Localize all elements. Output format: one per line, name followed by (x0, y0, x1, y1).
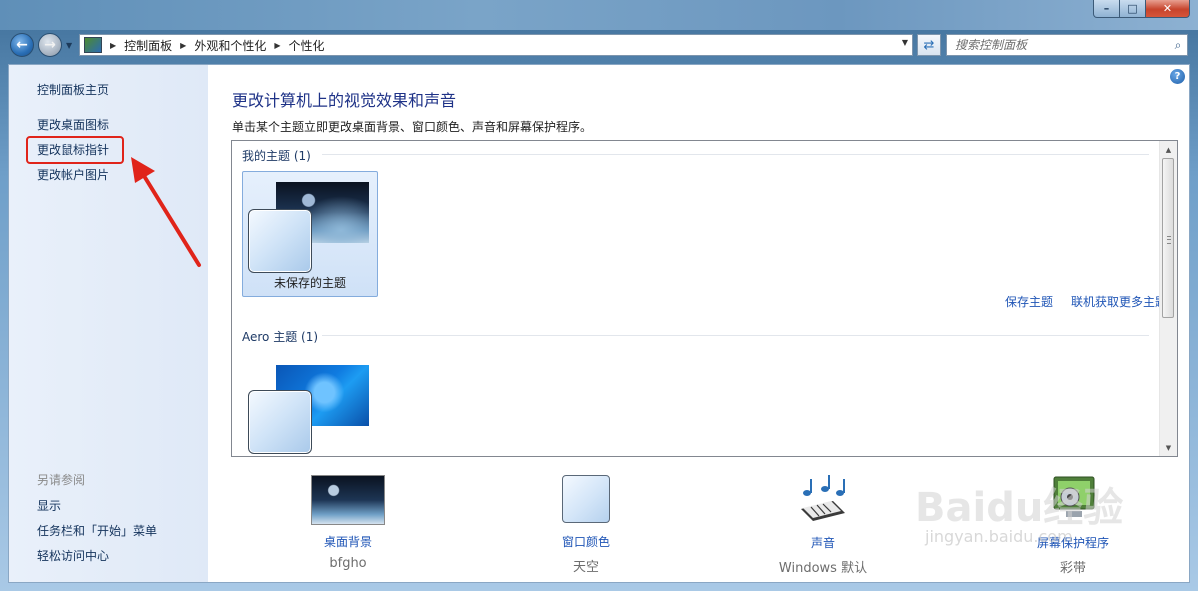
desktop-background-item[interactable]: 桌面背景 bfgho (273, 475, 423, 571)
scroll-up-arrow-icon[interactable]: ▲ (1160, 141, 1177, 158)
maximize-button[interactable]: □ (1120, 0, 1146, 18)
breadcrumb-chevron-icon[interactable]: ▶ (110, 41, 116, 50)
sidebar-link-home[interactable]: 控制面板主页 (37, 81, 109, 98)
highlight-annotation-box (26, 136, 124, 164)
annotation-arrow-icon (131, 157, 201, 267)
see-also-link-ease-of-access[interactable]: 轻松访问中心 (37, 547, 109, 564)
theme-tile-unsaved[interactable]: 未保存的主题 (242, 171, 378, 297)
see-also-link-taskbar[interactable]: 任务栏和「开始」菜单 (37, 522, 157, 539)
wallpaper-icon (311, 475, 385, 525)
screensaver-icon (1053, 476, 1095, 517)
main-panel: ? 更改计算机上的视觉效果和声音 单击某个主题立即更改桌面背景、窗口颜色、声音和… (208, 65, 1189, 582)
window-controls: – □ ✕ (1093, 0, 1190, 18)
window-color-value: 天空 (572, 560, 599, 575)
get-more-themes-link[interactable]: 联机获取更多主题 (1071, 293, 1167, 310)
minimize-button[interactable]: – (1093, 0, 1120, 18)
arrow-left-icon: ← (16, 37, 28, 53)
page-description: 单击某个主题立即更改桌面背景、窗口颜色、声音和屏幕保护程序。 (232, 120, 593, 134)
content-area: 控制面板主页 更改桌面图标 更改鼠标指针 更改帐户图片 另请参阅 显示 任务栏和… (8, 64, 1190, 583)
title-bar[interactable]: – □ ✕ (0, 0, 1198, 30)
sound-item[interactable]: 声音 Windows 默认 (748, 475, 898, 576)
theme-tile-aero[interactable] (242, 351, 378, 456)
breadcrumb-item[interactable]: 控制面板 (124, 37, 172, 54)
scroll-down-arrow-icon[interactable]: ▼ (1160, 439, 1177, 456)
help-icon[interactable]: ? (1170, 69, 1185, 84)
back-button[interactable]: ← (10, 33, 34, 57)
breadcrumb-chevron-icon[interactable]: ▶ (274, 41, 280, 50)
breadcrumb-chevron-icon[interactable]: ▶ (180, 41, 186, 50)
breadcrumb-item[interactable]: 个性化 (289, 37, 325, 54)
screen-saver-value: 彩带 (1059, 561, 1086, 576)
group-header-aero-themes: Aero 主题 (1) (242, 330, 319, 344)
see-also-header: 另请参阅 (37, 473, 86, 487)
control-panel-icon (84, 37, 102, 53)
address-dropdown-icon[interactable]: ▼ (902, 38, 908, 47)
close-button[interactable]: ✕ (1146, 0, 1190, 18)
see-also-link-display[interactable]: 显示 (37, 497, 61, 514)
sidebar: 控制面板主页 更改桌面图标 更改鼠标指针 更改帐户图片 另请参阅 显示 任务栏和… (9, 65, 208, 582)
theme-glass-swatch (248, 209, 312, 273)
group-divider (322, 335, 1149, 336)
arrow-right-icon: → (44, 37, 56, 53)
sound-icon (801, 475, 845, 521)
theme-list: 我的主题 (1) 未保存的主题 保存主题 联机获取更多主题 Aero 主题 (1… (231, 140, 1178, 457)
refresh-button[interactable]: ⇄ (917, 34, 941, 56)
window-color-icon (562, 475, 610, 523)
screen-saver-item[interactable]: 屏幕保护程序 彩带 (998, 475, 1148, 576)
group-divider (322, 154, 1149, 155)
sidebar-link-account-picture[interactable]: 更改帐户图片 (37, 166, 109, 183)
group-header-my-themes: 我的主题 (1) (242, 149, 311, 163)
window-color-label[interactable]: 窗口颜色 (511, 533, 661, 550)
recent-pages-dropdown[interactable]: ▼ (66, 41, 72, 50)
theme-label: 未保存的主题 (273, 276, 346, 290)
address-bar[interactable]: ▶ 控制面板 ▶ 外观和个性化 ▶ 个性化 ▼ (79, 34, 913, 56)
desktop-background-value: bfgho (329, 556, 367, 571)
search-icon[interactable]: ⌕ (1169, 38, 1187, 53)
scrollbar-thumb[interactable] (1162, 158, 1174, 318)
sound-label[interactable]: 声音 (748, 534, 898, 551)
navigation-bar: ← → ▼ ▶ 控制面板 ▶ 外观和个性化 ▶ 个性化 ▼ ⇄ ⌕ (0, 30, 1198, 62)
breadcrumb-item[interactable]: 外观和个性化 (194, 37, 266, 54)
theme-glass-swatch (248, 390, 312, 454)
sound-value: Windows 默认 (778, 561, 868, 576)
window-frame: – □ ✕ ← → ▼ ▶ 控制面板 ▶ 外观和个性化 ▶ 个性化 ▼ ⇄ ⌕ (0, 0, 1198, 591)
theme-links: 保存主题 联机获取更多主题 (1005, 293, 1167, 310)
screen-saver-label[interactable]: 屏幕保护程序 (998, 534, 1148, 551)
refresh-icon: ⇄ (923, 37, 935, 53)
theme-list-scrollbar[interactable]: ▲ ▼ (1159, 141, 1177, 456)
search-input[interactable] (947, 37, 1169, 53)
grip-icon (1167, 236, 1171, 244)
window-color-item[interactable]: 窗口颜色 天空 (511, 475, 661, 575)
sidebar-link-desktop-icons[interactable]: 更改桌面图标 (37, 116, 109, 133)
search-box: ⌕ (946, 34, 1188, 56)
save-theme-link[interactable]: 保存主题 (1005, 293, 1053, 310)
desktop-background-label[interactable]: 桌面背景 (273, 533, 423, 550)
forward-button[interactable]: → (38, 33, 62, 57)
page-title: 更改计算机上的视觉效果和声音 (232, 91, 457, 110)
